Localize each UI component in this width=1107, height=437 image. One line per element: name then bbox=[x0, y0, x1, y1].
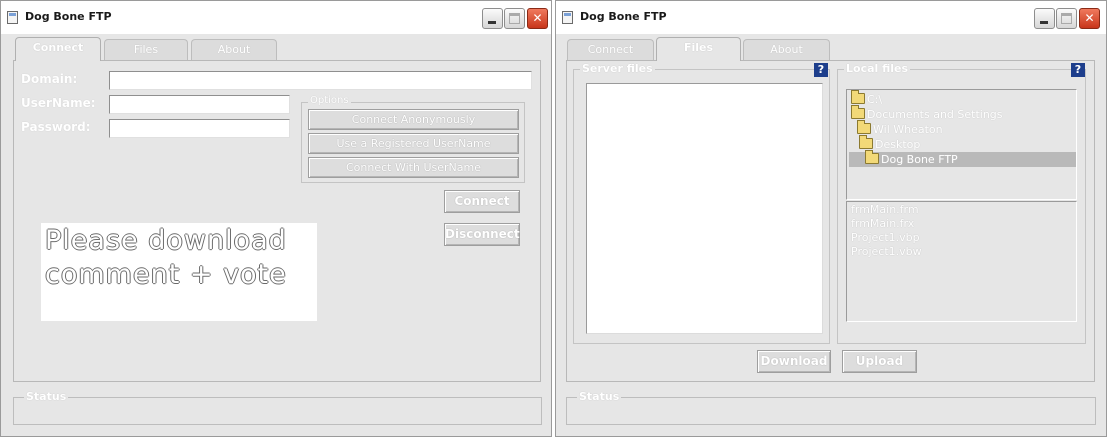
folder-icon bbox=[865, 150, 879, 164]
tab-about[interactable]: About bbox=[191, 39, 277, 60]
list-item[interactable]: Project1.vbp bbox=[851, 231, 920, 244]
status-bar: Status bbox=[566, 390, 1096, 425]
username-label: UserName: bbox=[21, 96, 96, 110]
folder-icon bbox=[859, 135, 873, 149]
window-title: Dog Bone FTP bbox=[580, 10, 667, 23]
options-title: Options bbox=[308, 95, 351, 106]
minimize-icon[interactable] bbox=[482, 8, 503, 29]
title-bar[interactable]: Dog Bone FTP ✕ bbox=[1, 1, 551, 34]
tab-connect[interactable]: Connect bbox=[15, 37, 101, 61]
local-file-list[interactable]: frmMain.frm frmMain.frx Project1.vbp Pro… bbox=[846, 201, 1077, 322]
server-file-list[interactable] bbox=[586, 83, 823, 334]
tree-item-selected[interactable]: Dog Bone FTP bbox=[849, 150, 1076, 167]
tab-files[interactable]: Files bbox=[656, 37, 741, 61]
domain-field[interactable] bbox=[109, 71, 532, 90]
app-icon bbox=[562, 11, 573, 24]
tab-about[interactable]: About bbox=[743, 39, 830, 60]
download-button[interactable]: Download bbox=[757, 350, 831, 373]
maximize-icon[interactable] bbox=[1056, 8, 1077, 29]
status-label: Status bbox=[577, 390, 622, 403]
close-icon[interactable]: ✕ bbox=[1079, 8, 1100, 29]
list-item[interactable]: frmMain.frm bbox=[851, 203, 919, 216]
disconnect-button[interactable]: Disconnect bbox=[444, 223, 520, 246]
right-window: Dog Bone FTP ✕ Connect Files About Serve… bbox=[555, 0, 1107, 437]
promo-line-2: comment + vote bbox=[45, 259, 287, 290]
folder-icon bbox=[851, 105, 865, 119]
window-title: Dog Bone FTP bbox=[25, 10, 112, 23]
upload-button[interactable]: Upload bbox=[842, 350, 917, 373]
help-icon[interactable]: ? bbox=[814, 63, 828, 77]
list-item[interactable]: frmMain.frx bbox=[851, 217, 914, 230]
local-files-label: Local files bbox=[844, 62, 911, 75]
app-icon bbox=[7, 11, 18, 24]
tree-item[interactable]: Documents and Settings bbox=[851, 105, 1003, 122]
status-bar: Status bbox=[13, 390, 542, 425]
left-window: Dog Bone FTP ✕ Connect Files About Domai… bbox=[0, 0, 552, 437]
use-registered-username-button[interactable]: Use a Registered UserName bbox=[308, 133, 519, 154]
close-icon[interactable]: ✕ bbox=[527, 8, 548, 29]
password-label: Password: bbox=[21, 120, 91, 134]
maximize-icon[interactable] bbox=[504, 8, 525, 29]
connect-button[interactable]: Connect bbox=[444, 190, 520, 213]
folder-icon bbox=[851, 90, 865, 104]
promo-banner: Please download comment + vote bbox=[41, 223, 317, 321]
list-item[interactable]: Project1.vbw bbox=[851, 245, 922, 258]
tab-files[interactable]: Files bbox=[104, 39, 188, 60]
username-field[interactable] bbox=[109, 95, 290, 114]
tree-item[interactable]: Wil Wheaton bbox=[857, 120, 943, 137]
folder-tree[interactable]: C:\ Documents and Settings Wil Wheaton D… bbox=[846, 89, 1077, 200]
title-bar[interactable]: Dog Bone FTP ✕ bbox=[556, 1, 1106, 34]
server-files-label: Server files bbox=[580, 62, 655, 75]
password-field[interactable] bbox=[109, 119, 290, 138]
status-label: Status bbox=[24, 390, 69, 403]
connect-anonymously-button[interactable]: Connect Anonymously bbox=[308, 109, 519, 130]
domain-label: Domain: bbox=[21, 72, 78, 86]
minimize-icon[interactable] bbox=[1034, 8, 1055, 29]
help-icon[interactable]: ? bbox=[1071, 63, 1085, 77]
promo-line-1: Please download bbox=[45, 225, 287, 256]
tab-connect[interactable]: Connect bbox=[567, 39, 654, 60]
folder-icon bbox=[857, 120, 871, 134]
connect-with-username-button[interactable]: Connect With UserName bbox=[308, 157, 519, 178]
